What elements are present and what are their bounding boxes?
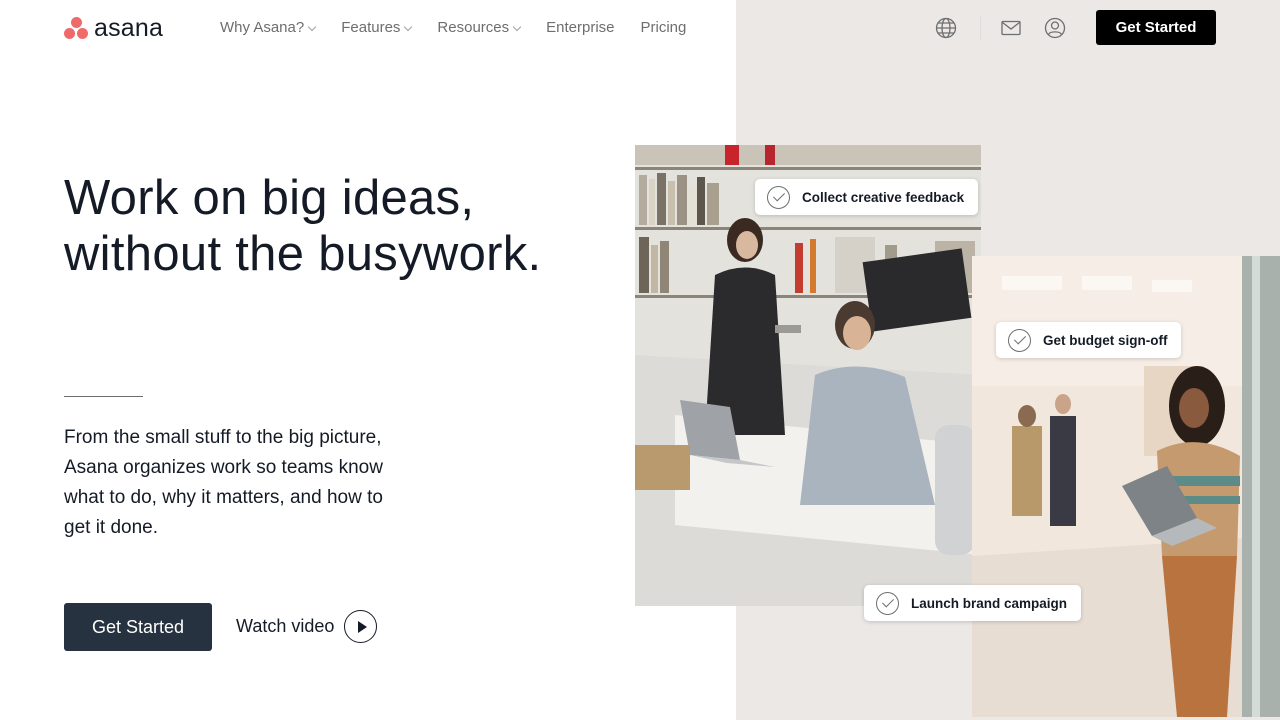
get-started-nav-button[interactable]: Get Started [1096, 10, 1216, 45]
chevron-down-icon [512, 22, 522, 31]
nav-item-label: Resources [437, 19, 510, 36]
watch-video-button[interactable]: Watch video [236, 610, 378, 643]
hero-title: Work on big ideas, without the busywork. [64, 170, 541, 282]
nav-item-why-asana[interactable]: Why Asana? [220, 17, 317, 39]
play-icon [344, 610, 378, 643]
user-icon[interactable] [1043, 14, 1067, 42]
nav-item-label: Features [341, 19, 401, 36]
asana-logo[interactable]: asana [64, 15, 163, 41]
task-card-collect-feedback[interactable]: Collect creative feedback [755, 179, 979, 215]
check-circle-icon[interactable] [767, 185, 790, 209]
hero-description: From the small stuff to the big picture,… [64, 427, 383, 538]
task-label: Launch brand campaign [911, 595, 1068, 611]
chevron-down-icon [404, 22, 413, 31]
hero-title-line: without the busywork. [64, 227, 542, 281]
mail-icon[interactable] [999, 14, 1023, 42]
task-card-launch-campaign[interactable]: Launch brand campaign [864, 585, 1082, 621]
task-label: Get budget sign-off [1043, 332, 1168, 348]
nav-item-label: Pricing [640, 19, 687, 36]
nav-utility-icons [934, 14, 1067, 42]
hero-divider [64, 396, 143, 397]
globe-icon[interactable] [934, 14, 958, 42]
check-circle-icon[interactable] [1008, 328, 1031, 352]
nav-item-label: Why Asana? [220, 19, 305, 36]
get-started-button[interactable]: Get Started [64, 603, 212, 651]
hero-title-line: Work on big ideas, [64, 171, 475, 225]
nav-item-pricing[interactable]: Pricing [641, 17, 687, 39]
main-nav: Why Asana? Features Resources Enterprise… [220, 17, 686, 39]
nav-divider [980, 16, 981, 40]
nav-item-features[interactable]: Features [341, 17, 413, 39]
nav-item-label: Enterprise [546, 19, 615, 36]
nav-item-enterprise[interactable]: Enterprise [546, 17, 614, 39]
task-card-budget-signoff[interactable]: Get budget sign-off [996, 322, 1182, 358]
nav-item-resources[interactable]: Resources [437, 17, 522, 39]
logo-text: asana [94, 14, 164, 42]
chevron-down-icon [307, 22, 317, 31]
watch-video-label: Watch video [236, 616, 335, 636]
asana-logo-icon [64, 16, 88, 40]
check-circle-icon[interactable] [876, 591, 899, 615]
task-label: Collect creative feedback [802, 189, 965, 205]
